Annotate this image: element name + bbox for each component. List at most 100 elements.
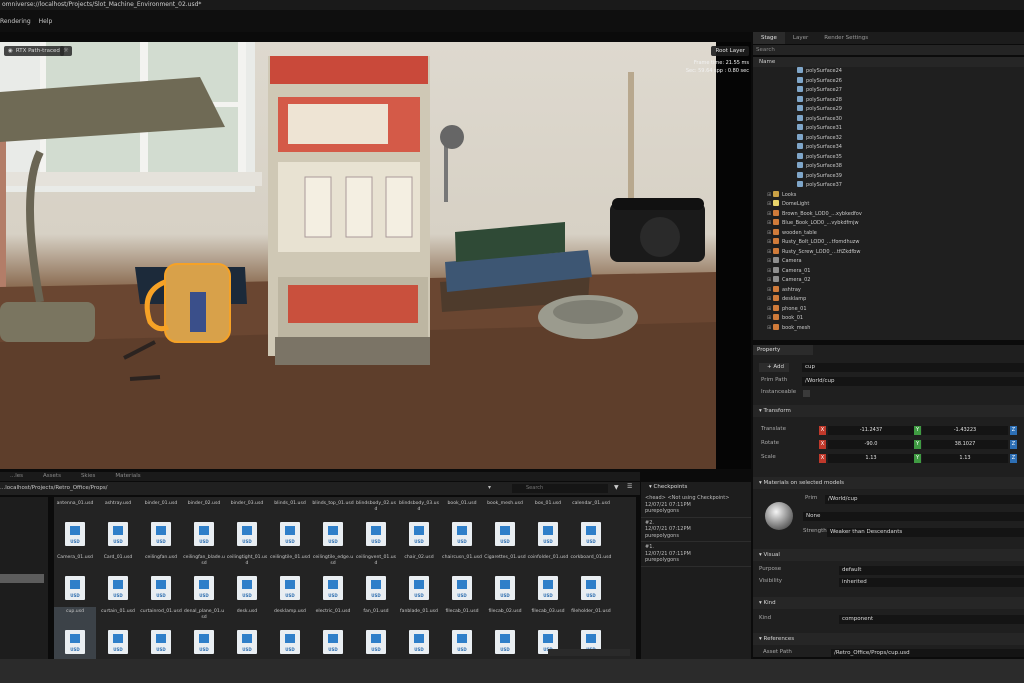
visual-section-header[interactable]: ▾ Visual [753,549,1024,561]
file-item[interactable]: blinds_top_01.usd USD [312,499,354,554]
translate-x-field[interactable]: -11.2437 [828,426,914,435]
renderer-mode-button[interactable]: ◉ RTX Path-traced [4,46,64,56]
visibility-dropdown[interactable]: inherited [839,578,1024,587]
transform-section-header[interactable]: ▾ Transform [753,405,1024,417]
add-button[interactable]: + Add [759,363,789,372]
stage-tree-item[interactable]: ⊞ Camera [753,257,1024,267]
filter-icon[interactable]: ▼ [614,484,619,491]
stage-tree-item[interactable]: polySurface24 [753,67,1024,77]
chevron-down-icon[interactable]: ▾ [488,484,491,491]
stage-tree-item[interactable]: polySurface38 [753,162,1024,172]
prim-name-field[interactable]: cup [802,363,1024,372]
file-item[interactable]: ceilingfan.usd USD [140,553,182,608]
stage-tree-item[interactable]: ⊞ Camera_01 [753,266,1024,277]
file-item[interactable]: chaircusn_01.usd USD [441,553,483,608]
file-item[interactable]: blindsbody_02.usd USD [355,499,397,554]
file-item[interactable]: curtain_01.usd USD [97,607,139,659]
file-item[interactable]: corkboard_01.usd USD [570,553,612,608]
file-item[interactable]: ashtray.usd USD [97,499,139,554]
grid-zoom-slider[interactable] [548,649,630,656]
stage-tree-item[interactable]: polySurface35 [753,152,1024,163]
file-item[interactable]: chair_02.usd USD [398,553,440,608]
file-item[interactable]: Cigarettes_01.usd USD [484,553,526,608]
file-item[interactable]: box_01.usd USD [527,499,569,554]
stage-tree-item[interactable]: polySurface26 [753,76,1024,87]
stage-tree-item[interactable]: polySurface37 [753,181,1024,191]
stage-tree-item[interactable]: ⊞ book_01 [753,314,1024,324]
stage-tree-item[interactable]: ⊞ Blue_Book_LOD0_...vybkdfmjw [753,219,1024,229]
asset-path-field[interactable]: /Retro_Office/Props/cup.usd [831,649,1024,657]
file-item[interactable]: book_mesh.usd USD [484,499,526,554]
purpose-dropdown[interactable]: default [839,566,1024,575]
stage-search-input[interactable]: Search [753,45,1024,55]
stage-tree-item[interactable]: ⊞ ashtray [753,285,1024,296]
stage-tree-item[interactable]: polySurface31 [753,124,1024,134]
material-dropdown[interactable]: None [803,512,1024,521]
stage-tree[interactable]: Name polySurface24 polySurface26 polySurfa… [753,57,1024,340]
kind-dropdown[interactable]: component [839,615,1024,624]
tab-layer[interactable]: Layer [785,32,816,44]
file-item[interactable]: binder_01.usd USD [140,499,182,554]
menu-rendering[interactable]: Rendering [0,18,31,25]
file-item[interactable]: electric_01.usd USD [312,607,354,659]
stage-tree-item[interactable]: polySurface32 [753,133,1024,144]
stage-tree-item[interactable]: ⊞ Brown_Book_LOD0_...xybkedfov [753,209,1024,220]
file-item[interactable]: blindsbody_03.usd USD [398,499,440,554]
file-item[interactable]: ceilingfan_blade.usd USD [183,553,225,608]
tab-materials[interactable]: Materials [105,472,150,481]
checkpoint-item[interactable]: <head> <Not using Checkpoint> 12/07/21 07… [641,493,751,518]
file-item[interactable]: book_01.usd USD [441,499,483,554]
kind-section-header[interactable]: ▾ Kind [753,597,1024,609]
stage-tree-item[interactable]: polySurface39 [753,171,1024,182]
file-item[interactable]: curtainrod_01.usd USD [140,607,182,659]
root-layer-badge[interactable]: Root Layer [711,46,749,56]
translate-z-field[interactable]: -1.43223 [922,426,1008,435]
file-item[interactable]: fanblade_01.usd USD [398,607,440,659]
instanceable-checkbox[interactable] [803,390,810,397]
stage-tree-item[interactable]: polySurface29 [753,105,1024,115]
stage-column-name[interactable]: Name [753,57,1024,67]
file-item[interactable]: binder_02.usd USD [183,499,225,554]
tab-property[interactable]: Property [753,345,813,355]
scale-y-field[interactable]: 1.13 [922,454,1008,463]
file-item[interactable]: desk.usd USD [226,607,268,659]
tab-assets[interactable]: Assets [33,472,71,481]
viewport-settings-button[interactable]: ☼ [60,46,72,56]
content-path[interactable]: ...localhost/Projects/Retro_Office/Props… [0,485,108,491]
stage-tree-item[interactable]: ⊞ desklamp [753,295,1024,305]
prim-path-field[interactable]: /World/cup [802,377,1024,386]
checkpoint-item[interactable]: #1. 12/07/21 07:11PM purepolygons [641,542,751,567]
content-folder-tree[interactable] [0,497,48,659]
stage-tree-item[interactable]: polySurface28 [753,95,1024,106]
stage-tree-item[interactable]: polySurface27 [753,86,1024,96]
file-item[interactable]: blinds_01.usd USD [269,499,311,554]
stage-tree-item[interactable]: ⊞ Looks [753,190,1024,201]
stage-tree-item[interactable]: ⊞ Rusty_Screw_LOD0_...tfiZkdfbw [753,247,1024,258]
references-section-header[interactable]: ▾ References [753,633,1024,645]
file-item[interactable]: cup.usd USD [54,607,96,659]
content-file-grid[interactable]: antenna_01.usd USD ashtray.usd USD binder_01… [54,497,636,659]
file-item[interactable]: antenna_01.usd USD [54,499,96,554]
tab-files[interactable]: ...les [0,472,33,481]
file-item[interactable]: Camera_01.usd USD [54,553,96,608]
file-item[interactable]: binder_03.usd USD [226,499,268,554]
file-item[interactable]: fan_01.usd USD [355,607,397,659]
rotate-z-field[interactable]: 38.1027 [922,440,1008,449]
file-item[interactable]: filecab_02.usd USD [484,607,526,659]
file-item[interactable]: Card_01.usd USD [97,553,139,608]
file-item[interactable]: ceilingvent_01.usd USD [355,553,397,608]
file-item[interactable]: ceilingtile_01.usd USD [269,553,311,608]
material-prim-field[interactable]: /World/cup [825,495,1024,504]
tab-skies[interactable]: Skies [71,472,105,481]
stage-tree-item[interactable]: polySurface34 [753,143,1024,153]
scale-x-field[interactable]: 1.13 [828,454,914,463]
stage-tree-item[interactable]: ⊞ book_mesh [753,323,1024,334]
file-item[interactable]: filecab_01.usd USD [441,607,483,659]
file-item[interactable]: calendar_01.usd USD [570,499,612,554]
file-item[interactable]: ceilingtight_01.usd USD [226,553,268,608]
viewport[interactable]: ◉ RTX Path-traced ☼ Root Layer Frame tim… [0,42,751,469]
checkpoint-item[interactable]: #2. 12/07/21 07:12PM purepolygons [641,518,751,542]
file-item[interactable]: denal_plane_01.usd USD [183,607,225,659]
stage-tree-item[interactable]: ⊞ wooden_table [753,228,1024,239]
tab-render-settings[interactable]: Render Settings [816,32,876,44]
